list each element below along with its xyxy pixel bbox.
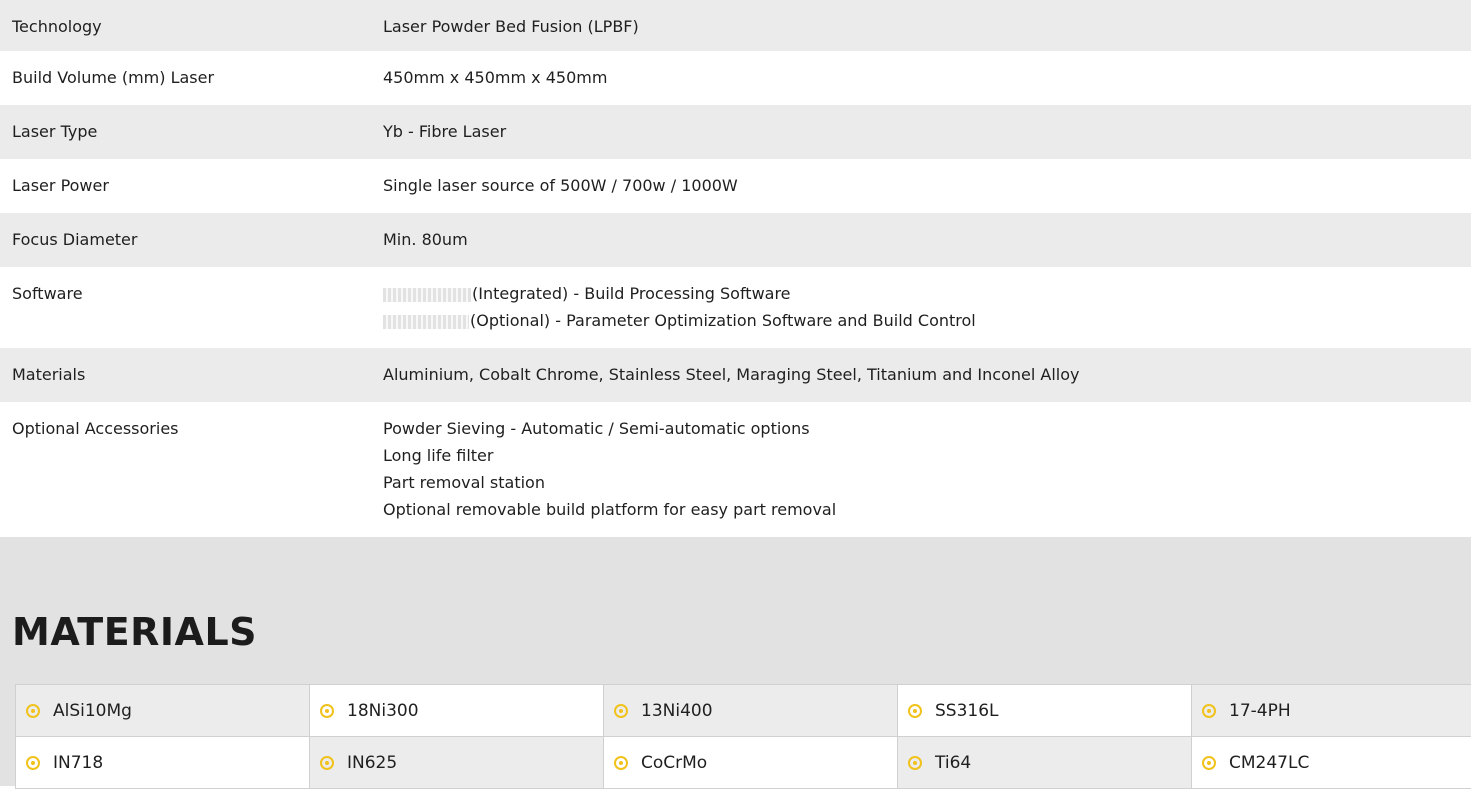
spec-row-technology: Technology Laser Powder Bed Fusion (LPBF… <box>0 0 1471 51</box>
material-name: SS316L <box>935 700 999 721</box>
spec-value: Powder Sieving - Automatic / Semi-automa… <box>383 415 1471 523</box>
materials-section: MATERIALS AlSi10Mg 18Ni300 13Ni400 SS316… <box>0 537 1471 789</box>
spec-row-laser-power: Laser Power Single laser source of 500W … <box>0 159 1471 213</box>
spec-label: Optional Accessories <box>12 419 179 438</box>
bullet-circle-icon <box>320 703 334 718</box>
material-name: CM247LC <box>1229 752 1310 773</box>
bullet-circle-icon <box>320 755 334 770</box>
spec-value-line: Powder Sieving - Automatic / Semi-automa… <box>383 419 810 438</box>
bullet-circle-icon <box>614 755 628 770</box>
bullet-circle-icon <box>908 703 922 718</box>
spec-value-text: (Optional) - Parameter Optimization Soft… <box>470 311 976 330</box>
material-item: CoCrMo <box>604 737 897 788</box>
material-name: CoCrMo <box>641 752 708 773</box>
spec-value-line: Optional removable build platform for ea… <box>383 500 837 519</box>
spec-value-line: Laser Powder Bed Fusion (LPBF) <box>383 17 639 36</box>
spec-row-software: Software (Integrated) - Build Processing… <box>0 267 1471 348</box>
material-item: IN625 <box>310 737 603 788</box>
material-item: AlSi10Mg <box>16 685 309 736</box>
spec-row-laser-type: Laser Type Yb - Fibre Laser <box>0 105 1471 159</box>
spec-label: Laser Power <box>12 176 109 195</box>
material-name: 17-4PH <box>1229 700 1291 721</box>
spec-row-optional-accessories: Optional Accessories Powder Sieving - Au… <box>0 402 1471 537</box>
spec-label: Build Volume (mm) Laser <box>12 68 215 87</box>
material-name: 13Ni400 <box>641 700 713 721</box>
spec-value: Aluminium, Cobalt Chrome, Stainless Stee… <box>383 361 1471 388</box>
material-name: 18Ni300 <box>347 700 419 721</box>
spec-value: 450mm x 450mm x 450mm <box>383 64 1471 91</box>
spec-value-line: Min. 80um <box>383 230 468 249</box>
redacted-software-name <box>383 287 471 302</box>
spec-label: Materials <box>12 365 86 384</box>
spec-label: Laser Type <box>12 122 98 141</box>
spec-value-line: Yb - Fibre Laser <box>383 122 507 141</box>
material-item: 18Ni300 <box>310 685 603 736</box>
spec-value-line: Single laser source of 500W / 700w / 100… <box>383 176 738 195</box>
material-name: IN625 <box>347 752 398 773</box>
material-item: CM247LC <box>1192 737 1471 788</box>
spec-value: Single laser source of 500W / 700w / 100… <box>383 172 1471 199</box>
spec-value: (Integrated) - Build Processing Software… <box>383 280 1471 334</box>
material-name: Ti64 <box>935 752 972 773</box>
spec-row-materials: Materials Aluminium, Cobalt Chrome, Stai… <box>0 348 1471 402</box>
material-item: 17-4PH <box>1192 685 1471 736</box>
material-item: SS316L <box>898 685 1191 736</box>
material-item: 13Ni400 <box>604 685 897 736</box>
spec-value-line: (Integrated) - Build Processing Software <box>383 280 1471 307</box>
spec-label: Software <box>12 284 83 303</box>
bullet-circle-icon <box>614 703 628 718</box>
spec-value: Laser Powder Bed Fusion (LPBF) <box>383 13 1471 40</box>
spec-label: Technology <box>12 17 102 36</box>
spec-row-focus-diameter: Focus Diameter Min. 80um <box>0 213 1471 267</box>
spec-value: Min. 80um <box>383 226 1471 253</box>
spec-value-line: Part removal station <box>383 473 545 492</box>
bullet-circle-icon <box>908 755 922 770</box>
materials-heading: MATERIALS <box>12 610 258 654</box>
spec-value-line: Aluminium, Cobalt Chrome, Stainless Stee… <box>383 365 1080 384</box>
materials-grid: AlSi10Mg 18Ni300 13Ni400 SS316L 17-4PH I… <box>15 684 1471 789</box>
spec-value-line: 450mm x 450mm x 450mm <box>383 68 608 87</box>
spec-value-line: Long life filter <box>383 446 494 465</box>
bullet-circle-icon <box>26 755 40 770</box>
spec-value-line: (Optional) - Parameter Optimization Soft… <box>383 307 1471 334</box>
material-name: AlSi10Mg <box>53 700 132 721</box>
material-name: IN718 <box>53 752 104 773</box>
material-item: IN718 <box>16 737 309 788</box>
bullet-circle-icon <box>26 703 40 718</box>
spec-value-text: (Integrated) - Build Processing Software <box>472 284 791 303</box>
spec-row-build-volume: Build Volume (mm) Laser 450mm x 450mm x … <box>0 51 1471 105</box>
spec-value: Yb - Fibre Laser <box>383 118 1471 145</box>
redacted-software-name <box>383 314 469 329</box>
spec-label: Focus Diameter <box>12 230 138 249</box>
bullet-circle-icon <box>1202 755 1216 770</box>
bullet-circle-icon <box>1202 703 1216 718</box>
spec-table: Technology Laser Powder Bed Fusion (LPBF… <box>0 0 1471 537</box>
material-item: Ti64 <box>898 737 1191 788</box>
